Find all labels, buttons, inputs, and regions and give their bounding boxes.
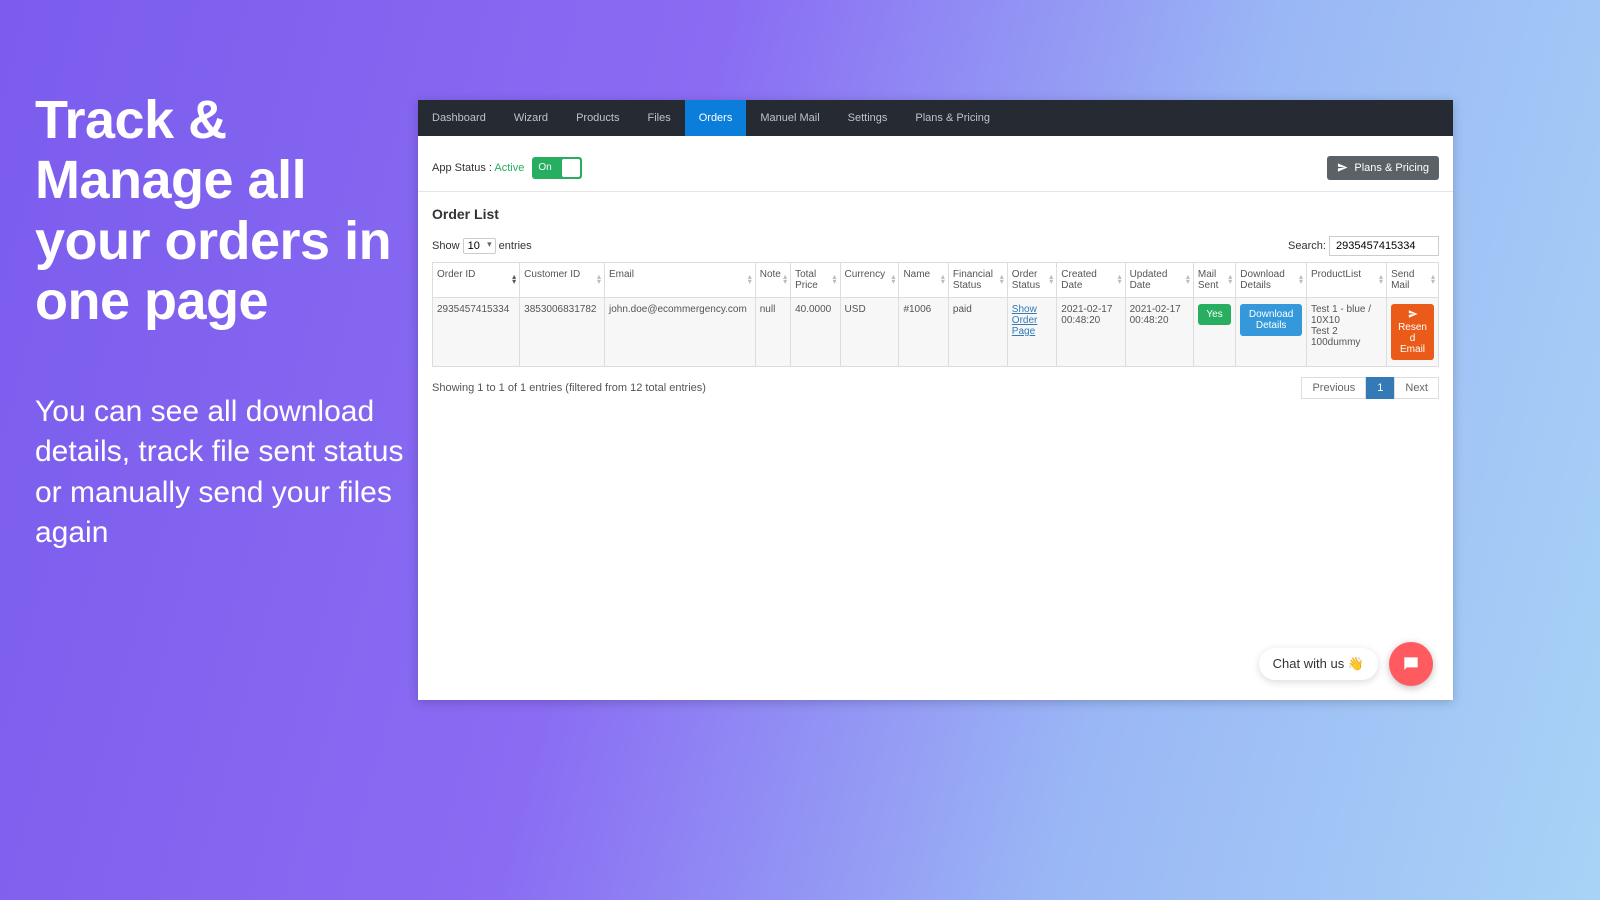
cell-send-mail: Resend Email bbox=[1387, 298, 1439, 367]
pager-prev[interactable]: Previous bbox=[1301, 377, 1366, 399]
app-status-value: Active bbox=[494, 162, 524, 174]
cell-name: #1006 bbox=[899, 298, 948, 367]
nav-manuel-mail[interactable]: Manuel Mail bbox=[746, 100, 833, 136]
table-row: 29354574153343853006831782john.doe@ecomm… bbox=[433, 298, 1439, 367]
chat-icon bbox=[1401, 654, 1421, 674]
nav-dashboard[interactable]: Dashboard bbox=[418, 100, 500, 136]
status-bar: App Status : Active On Plans & Pricing bbox=[418, 144, 1453, 192]
promo-title: Track & Manage all your orders in one pa… bbox=[35, 90, 405, 332]
app-status-toggle[interactable]: On bbox=[532, 157, 582, 179]
col-mail-sent[interactable]: Mail Sent▴▾ bbox=[1193, 263, 1235, 298]
cell-product-list: Test 1 - blue / 10X10 Test 2 100dummy bbox=[1306, 298, 1386, 367]
search-input[interactable] bbox=[1329, 236, 1439, 256]
col-customer-id[interactable]: Customer ID▴▾ bbox=[520, 263, 605, 298]
order-status-link[interactable]: Show Order Page bbox=[1012, 304, 1038, 337]
cell-download-details: Download Details bbox=[1236, 298, 1307, 367]
col-financial-status[interactable]: Financial Status▴▾ bbox=[948, 263, 1007, 298]
nav-files[interactable]: Files bbox=[633, 100, 684, 136]
order-list-heading: Order List bbox=[432, 206, 1439, 222]
nav-wizard[interactable]: Wizard bbox=[500, 100, 562, 136]
nav-plans-pricing[interactable]: Plans & Pricing bbox=[901, 100, 1004, 136]
plans-pricing-button[interactable]: Plans & Pricing bbox=[1327, 156, 1439, 180]
cell-order-id: 2935457415334 bbox=[433, 298, 520, 367]
col-total-price[interactable]: Total Price▴▾ bbox=[791, 263, 840, 298]
nav-products[interactable]: Products bbox=[562, 100, 633, 136]
cell-updated-date: 2021-02-17 00:48:20 bbox=[1125, 298, 1193, 367]
table-info: Showing 1 to 1 of 1 entries (filtered fr… bbox=[432, 382, 706, 394]
pager-next[interactable]: Next bbox=[1394, 377, 1439, 399]
paper-plane-icon bbox=[1337, 162, 1348, 173]
cell-currency: USD bbox=[840, 298, 899, 367]
cell-order-status: Show Order Page bbox=[1007, 298, 1056, 367]
col-order-id[interactable]: Order ID▴▾ bbox=[433, 263, 520, 298]
orders-table: Order ID▴▾Customer ID▴▾Email▴▾Note▴▾Tota… bbox=[432, 262, 1439, 367]
nav-orders[interactable]: Orders bbox=[685, 100, 747, 136]
pager-page-1[interactable]: 1 bbox=[1366, 377, 1394, 399]
col-send-mail[interactable]: Send Mail▴▾ bbox=[1387, 263, 1439, 298]
entries-control: Show 10 entries bbox=[432, 238, 532, 254]
promo-body: You can see all download details, track … bbox=[35, 392, 405, 554]
mail-sent-button[interactable]: Yes bbox=[1198, 304, 1231, 325]
col-order-status[interactable]: Order Status▴▾ bbox=[1007, 263, 1056, 298]
cell-created-date: 2021-02-17 00:48:20 bbox=[1057, 298, 1125, 367]
app-window: DashboardWizardProductsFilesOrdersManuel… bbox=[418, 100, 1453, 700]
cell-financial-status: paid bbox=[948, 298, 1007, 367]
chat-pill[interactable]: Chat with us 👋 bbox=[1259, 648, 1378, 680]
navbar: DashboardWizardProductsFilesOrdersManuel… bbox=[418, 100, 1453, 136]
chat-button[interactable] bbox=[1389, 642, 1433, 686]
paper-plane-icon bbox=[1408, 309, 1418, 319]
app-status-label: App Status : Active bbox=[432, 162, 524, 174]
cell-email: john.doe@ecommergency.com bbox=[604, 298, 755, 367]
cell-customer-id: 3853006831782 bbox=[520, 298, 605, 367]
col-name[interactable]: Name▴▾ bbox=[899, 263, 948, 298]
send-mail-button[interactable]: Resend Email bbox=[1391, 304, 1434, 360]
col-email[interactable]: Email▴▾ bbox=[604, 263, 755, 298]
cell-total-price: 40.0000 bbox=[791, 298, 840, 367]
page-size-select[interactable]: 10 bbox=[463, 238, 496, 254]
col-currency[interactable]: Currency▴▾ bbox=[840, 263, 899, 298]
col-created-date[interactable]: Created Date▴▾ bbox=[1057, 263, 1125, 298]
search-control: Search: bbox=[1288, 236, 1439, 256]
col-updated-date[interactable]: Updated Date▴▾ bbox=[1125, 263, 1193, 298]
col-productlist[interactable]: ProductList▴▾ bbox=[1306, 263, 1386, 298]
cell-note: null bbox=[755, 298, 790, 367]
download-details-button[interactable]: Download Details bbox=[1240, 304, 1302, 336]
nav-settings[interactable]: Settings bbox=[834, 100, 902, 136]
cell-mail-sent: Yes bbox=[1193, 298, 1235, 367]
col-download-details[interactable]: Download Details▴▾ bbox=[1236, 263, 1307, 298]
pager: Previous 1 Next bbox=[1301, 377, 1439, 399]
col-note[interactable]: Note▴▾ bbox=[755, 263, 790, 298]
